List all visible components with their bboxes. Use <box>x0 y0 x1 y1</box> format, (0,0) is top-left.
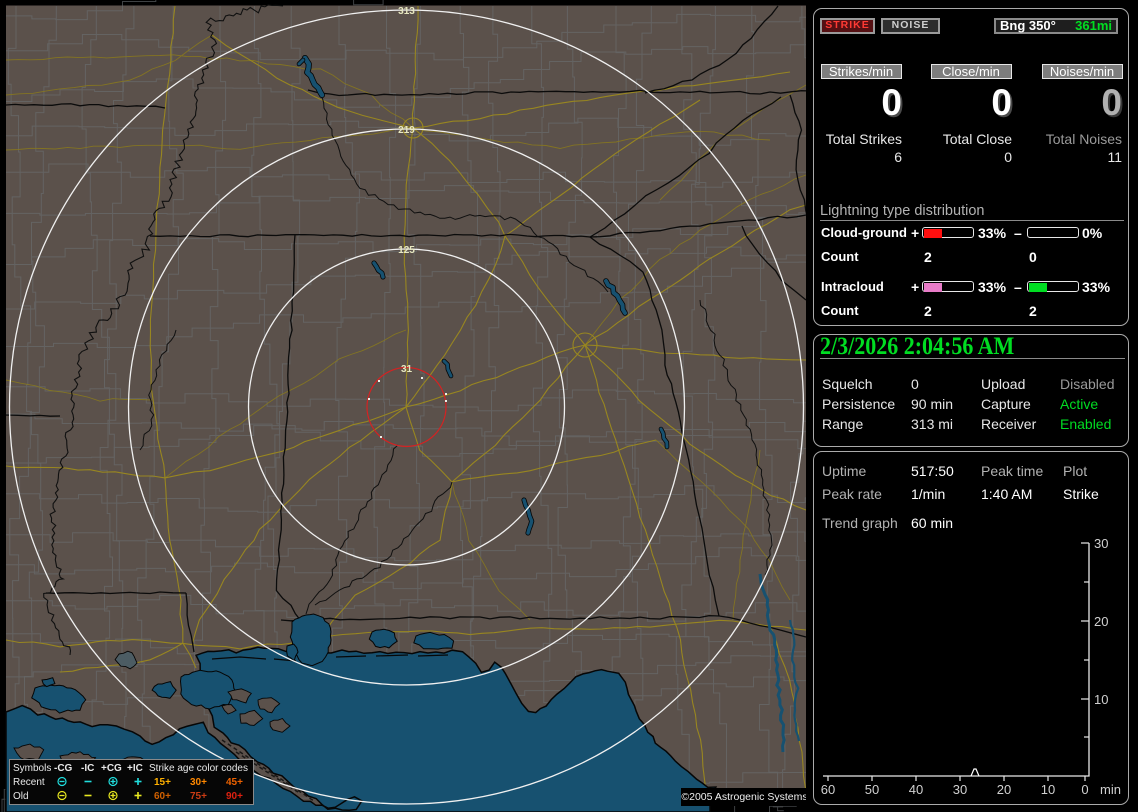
svg-text:125: 125 <box>398 245 415 256</box>
svg-text:10: 10 <box>1094 692 1108 707</box>
svg-text:40: 40 <box>909 782 923 797</box>
svg-text:30+: 30+ <box>190 777 207 788</box>
svg-text:0: 0 <box>1081 782 1088 797</box>
svg-text:15+: 15+ <box>154 777 171 788</box>
svg-text:Strike age color codes: Strike age color codes <box>149 763 248 774</box>
svg-text:50: 50 <box>865 782 879 797</box>
svg-text:45+: 45+ <box>226 777 243 788</box>
svg-text:30: 30 <box>953 782 967 797</box>
svg-text:+CG: +CG <box>101 763 122 774</box>
svg-text:31: 31 <box>401 364 413 375</box>
svg-text:75+: 75+ <box>190 791 207 802</box>
svg-text:+IC: +IC <box>127 763 143 774</box>
svg-text:219: 219 <box>398 125 415 136</box>
svg-text:90+: 90+ <box>226 791 243 802</box>
svg-text:Old: Old <box>13 791 29 802</box>
svg-text:min: min <box>1100 782 1121 797</box>
svg-text:313: 313 <box>398 6 415 17</box>
svg-text:-IC: -IC <box>81 763 94 774</box>
svg-text:30: 30 <box>1094 536 1108 551</box>
svg-text:Recent: Recent <box>13 777 45 788</box>
svg-text:60: 60 <box>821 782 835 797</box>
svg-text:Symbols: Symbols <box>13 763 51 774</box>
svg-text:-CG: -CG <box>54 763 73 774</box>
svg-text:60+: 60+ <box>154 791 171 802</box>
svg-text:20: 20 <box>1094 614 1108 629</box>
svg-text:20: 20 <box>997 782 1011 797</box>
svg-text:10: 10 <box>1041 782 1055 797</box>
